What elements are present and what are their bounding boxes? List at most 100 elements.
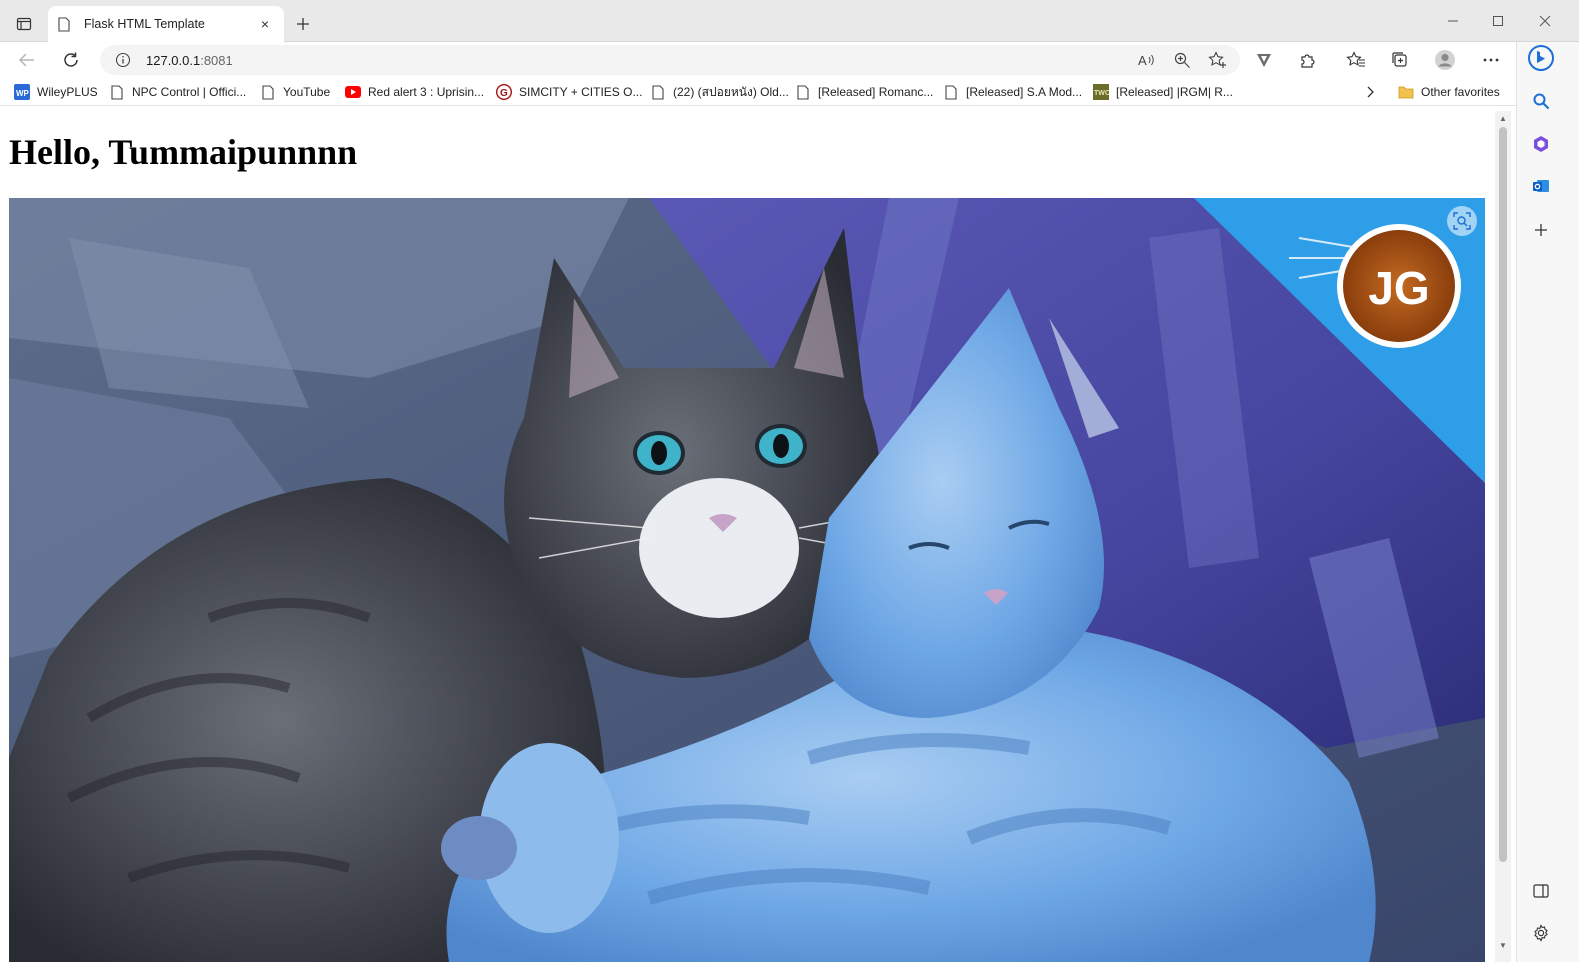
favorite-item[interactable]: Red alert 3 : Uprisin... bbox=[345, 83, 484, 101]
scroll-down-icon[interactable]: ▼ bbox=[1498, 941, 1508, 951]
favorite-item[interactable]: TWC [Released] |RGM| R... bbox=[1093, 83, 1233, 101]
site-info-icon[interactable] bbox=[108, 52, 138, 68]
plus-icon bbox=[1535, 224, 1547, 236]
office-icon bbox=[1534, 136, 1548, 152]
favorite-item[interactable]: G SIMCITY + CITIES O... bbox=[496, 83, 642, 101]
url-port: :8081 bbox=[200, 52, 233, 68]
zoom-icon[interactable] bbox=[1170, 48, 1194, 72]
favorite-label: SIMCITY + CITIES O... bbox=[519, 85, 643, 99]
back-button[interactable] bbox=[12, 46, 42, 74]
sidebar-add-button[interactable] bbox=[1527, 216, 1555, 244]
sidebar-settings-button[interactable] bbox=[1527, 919, 1555, 947]
svg-text:G: G bbox=[500, 88, 508, 99]
gear-icon bbox=[1534, 924, 1548, 942]
sidebar-outlook-button[interactable] bbox=[1527, 172, 1555, 200]
refresh-icon bbox=[64, 52, 78, 67]
refresh-button[interactable] bbox=[56, 46, 86, 74]
collections-icon bbox=[1392, 52, 1407, 67]
tab-active[interactable]: Flask HTML Template × bbox=[48, 6, 284, 42]
scroll-up-icon[interactable]: ▲ bbox=[1498, 114, 1508, 124]
extension-v-icon bbox=[1257, 54, 1271, 67]
cats-image: JG bbox=[9, 198, 1485, 962]
g-logo-icon: G bbox=[496, 84, 512, 100]
url-host: 127.0.0.1 bbox=[146, 52, 201, 68]
extensions-button[interactable] bbox=[1293, 46, 1323, 74]
scroll-thumb[interactable] bbox=[1499, 127, 1507, 862]
maximize-icon bbox=[1493, 16, 1503, 26]
sidebar-hide-button[interactable] bbox=[1527, 877, 1555, 905]
avatar-icon bbox=[1435, 50, 1455, 70]
favorite-label: (22) (สปอยหนัง) Old... bbox=[673, 84, 789, 99]
page-scrollbar[interactable]: ▲ ▼ bbox=[1495, 111, 1511, 962]
tab-actions-button[interactable] bbox=[8, 9, 40, 39]
svg-text:TWC: TWC bbox=[1094, 90, 1109, 97]
page-title: Hello, Tummaipunnnn bbox=[9, 132, 358, 172]
edge-sidebar bbox=[1516, 42, 1579, 962]
twc-icon: TWC bbox=[1093, 84, 1109, 100]
youtube-icon bbox=[345, 84, 361, 100]
favorites-bar: WP WileyPLUS NPC Control | Offici... You… bbox=[0, 78, 1516, 106]
tab-actions-icon bbox=[16, 17, 32, 31]
visual-search-icon bbox=[1453, 212, 1471, 230]
page-icon bbox=[650, 84, 666, 100]
cats-photo: JG bbox=[9, 198, 1485, 962]
favorites-button[interactable] bbox=[1341, 46, 1371, 74]
favorite-item[interactable]: (22) (สปอยหนัง) Old... bbox=[650, 83, 789, 101]
extension-v-button[interactable] bbox=[1249, 46, 1279, 74]
page-icon bbox=[109, 84, 125, 100]
plus-icon bbox=[297, 18, 309, 30]
maximize-button[interactable] bbox=[1483, 8, 1513, 34]
collections-button[interactable] bbox=[1385, 46, 1415, 74]
favorites-overflow-button[interactable] bbox=[1360, 83, 1380, 101]
add-favorite-icon[interactable] bbox=[1206, 48, 1230, 72]
close-window-button[interactable] bbox=[1530, 8, 1560, 34]
favorite-item[interactable]: NPC Control | Offici... bbox=[109, 83, 246, 101]
outlook-icon bbox=[1533, 180, 1549, 192]
visual-search-button[interactable] bbox=[1447, 206, 1477, 236]
other-favorites-label: Other favorites bbox=[1421, 85, 1500, 99]
favorite-item[interactable]: [Released] S.A Mod... bbox=[943, 83, 1082, 101]
puzzle-icon bbox=[1301, 54, 1315, 68]
search-icon bbox=[1533, 93, 1550, 110]
favorite-item[interactable]: [Released] Romanc... bbox=[795, 83, 933, 101]
page-icon bbox=[58, 16, 74, 32]
page-icon bbox=[260, 84, 276, 100]
title-bar: Flask HTML Template × bbox=[0, 0, 1579, 42]
minimize-button[interactable] bbox=[1438, 8, 1468, 34]
svg-text:WP: WP bbox=[16, 89, 30, 98]
favorite-item[interactable]: YouTube bbox=[260, 83, 330, 101]
favorite-label: YouTube bbox=[283, 85, 331, 99]
favorite-label: [Released] S.A Mod... bbox=[966, 85, 1083, 99]
minimize-icon bbox=[1448, 20, 1458, 22]
favorite-label: Red alert 3 : Uprisin... bbox=[368, 85, 485, 99]
page-icon bbox=[943, 84, 959, 100]
bing-icon bbox=[1528, 45, 1554, 71]
favorite-label: NPC Control | Offici... bbox=[132, 85, 247, 99]
jg-logo-text: JG bbox=[1368, 262, 1429, 314]
sidebar-search-button[interactable] bbox=[1527, 87, 1555, 115]
favorite-label: [Released] |RGM| R... bbox=[1116, 85, 1233, 99]
favorite-label: [Released] Romanc... bbox=[818, 85, 934, 99]
other-favorites[interactable]: Other favorites bbox=[1398, 83, 1500, 101]
back-arrow-icon bbox=[18, 53, 34, 67]
address-bar[interactable]: 127.0.0.1:8081 A bbox=[100, 45, 1240, 75]
page-icon bbox=[795, 84, 811, 100]
svg-text:A: A bbox=[1138, 53, 1147, 68]
page-content: Hello, Tummaipunnnn JG bbox=[0, 111, 1495, 962]
tab-close-icon[interactable]: × bbox=[256, 15, 274, 33]
folder-icon bbox=[1398, 84, 1414, 100]
favorites-star-icon bbox=[1346, 51, 1365, 67]
settings-more-button[interactable] bbox=[1476, 46, 1506, 74]
bing-chat-button[interactable] bbox=[1527, 44, 1555, 72]
read-aloud-icon[interactable]: A bbox=[1134, 48, 1158, 72]
sidebar-m365-button[interactable] bbox=[1527, 130, 1555, 158]
url-text: 127.0.0.1:8081 bbox=[146, 53, 233, 68]
favorite-item[interactable]: WP WileyPLUS bbox=[14, 83, 98, 101]
more-dots-icon bbox=[1483, 58, 1499, 62]
favorite-label: WileyPLUS bbox=[37, 85, 98, 99]
profile-button[interactable] bbox=[1430, 46, 1460, 74]
toolbar: 127.0.0.1:8081 A bbox=[0, 42, 1516, 78]
new-tab-button[interactable] bbox=[291, 12, 315, 36]
chevron-right-icon bbox=[1367, 86, 1374, 98]
sidebar-panel-icon bbox=[1533, 884, 1549, 898]
